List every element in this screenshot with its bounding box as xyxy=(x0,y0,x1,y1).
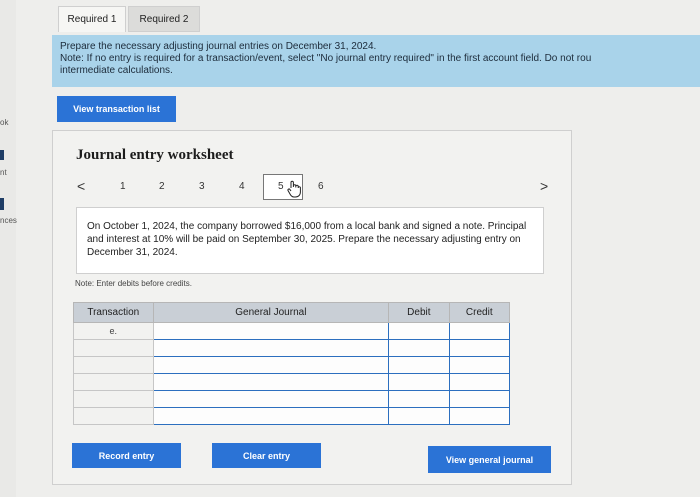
clear-entry-button[interactable]: Clear entry xyxy=(212,443,321,468)
credit-input[interactable] xyxy=(448,373,511,391)
debit-input[interactable] xyxy=(388,373,450,391)
account-input[interactable] xyxy=(152,373,390,391)
transaction-cell xyxy=(73,373,154,391)
tab-required-2[interactable]: Required 2 xyxy=(128,6,200,32)
header-credit: Credit xyxy=(448,302,511,323)
page-5[interactable]: 5 xyxy=(278,181,284,192)
table-row xyxy=(73,356,511,374)
transaction-cell xyxy=(73,356,154,374)
sidebar-label-nt: nt xyxy=(0,168,7,177)
credit-input[interactable] xyxy=(448,339,511,357)
sidebar-marker xyxy=(0,198,4,210)
hand-cursor-icon xyxy=(287,180,301,203)
tab-required-1[interactable]: Required 1 xyxy=(58,6,126,32)
debit-input[interactable] xyxy=(388,356,450,374)
sidebar-label-ok: ok xyxy=(0,118,9,127)
table-header-row: Transaction General Journal Debit Credit xyxy=(73,302,511,323)
next-page-arrow[interactable]: > xyxy=(540,178,548,194)
debit-input[interactable] xyxy=(388,390,450,408)
worksheet-title: Journal entry worksheet xyxy=(76,147,234,163)
previous-page-arrow[interactable]: < xyxy=(77,178,85,194)
transaction-cell xyxy=(73,390,154,408)
debit-input[interactable] xyxy=(388,322,450,340)
instructions-line-2: Note: If no entry is required for a tran… xyxy=(60,53,592,64)
transaction-cell xyxy=(73,407,154,425)
debits-note: Note: Enter debits before credits. xyxy=(75,279,192,288)
credit-input[interactable] xyxy=(448,322,511,340)
header-general-journal: General Journal xyxy=(152,302,390,323)
page-4[interactable]: 4 xyxy=(239,181,245,192)
account-input[interactable] xyxy=(152,322,390,340)
table-row xyxy=(73,390,511,408)
transaction-description: On October 1, 2024, the company borrowed… xyxy=(76,207,544,274)
instructions-banner: Prepare the necessary adjusting journal … xyxy=(52,35,700,87)
table-row xyxy=(73,407,511,425)
debit-input[interactable] xyxy=(388,339,450,357)
record-entry-button[interactable]: Record entry xyxy=(72,443,181,468)
journal-entry-table: Transaction General Journal Debit Credit… xyxy=(73,302,511,432)
credit-input[interactable] xyxy=(448,407,511,425)
view-general-journal-button[interactable]: View general journal xyxy=(428,446,551,473)
page-2[interactable]: 2 xyxy=(159,181,165,192)
account-input[interactable] xyxy=(152,339,390,357)
page-1[interactable]: 1 xyxy=(120,181,126,192)
header-debit: Debit xyxy=(388,302,450,323)
table-row xyxy=(73,373,511,391)
debit-input[interactable] xyxy=(388,407,450,425)
sidebar-marker xyxy=(0,150,4,160)
transaction-cell xyxy=(73,339,154,357)
transaction-cell: e. xyxy=(73,322,154,340)
credit-input[interactable] xyxy=(448,390,511,408)
table-row: e. xyxy=(73,322,511,340)
page-3[interactable]: 3 xyxy=(199,181,205,192)
instructions-line-1: Prepare the necessary adjusting journal … xyxy=(60,41,377,52)
sidebar-label-nces: nces xyxy=(0,216,17,225)
table-row xyxy=(73,339,511,357)
page-6[interactable]: 6 xyxy=(318,181,324,192)
left-sidebar xyxy=(0,0,16,497)
header-transaction: Transaction xyxy=(73,302,154,323)
instructions-line-3: intermediate calculations. xyxy=(60,65,173,76)
account-input[interactable] xyxy=(152,407,390,425)
account-input[interactable] xyxy=(152,356,390,374)
credit-input[interactable] xyxy=(448,356,511,374)
view-transaction-list-button[interactable]: View transaction list xyxy=(57,96,176,122)
account-input[interactable] xyxy=(152,390,390,408)
